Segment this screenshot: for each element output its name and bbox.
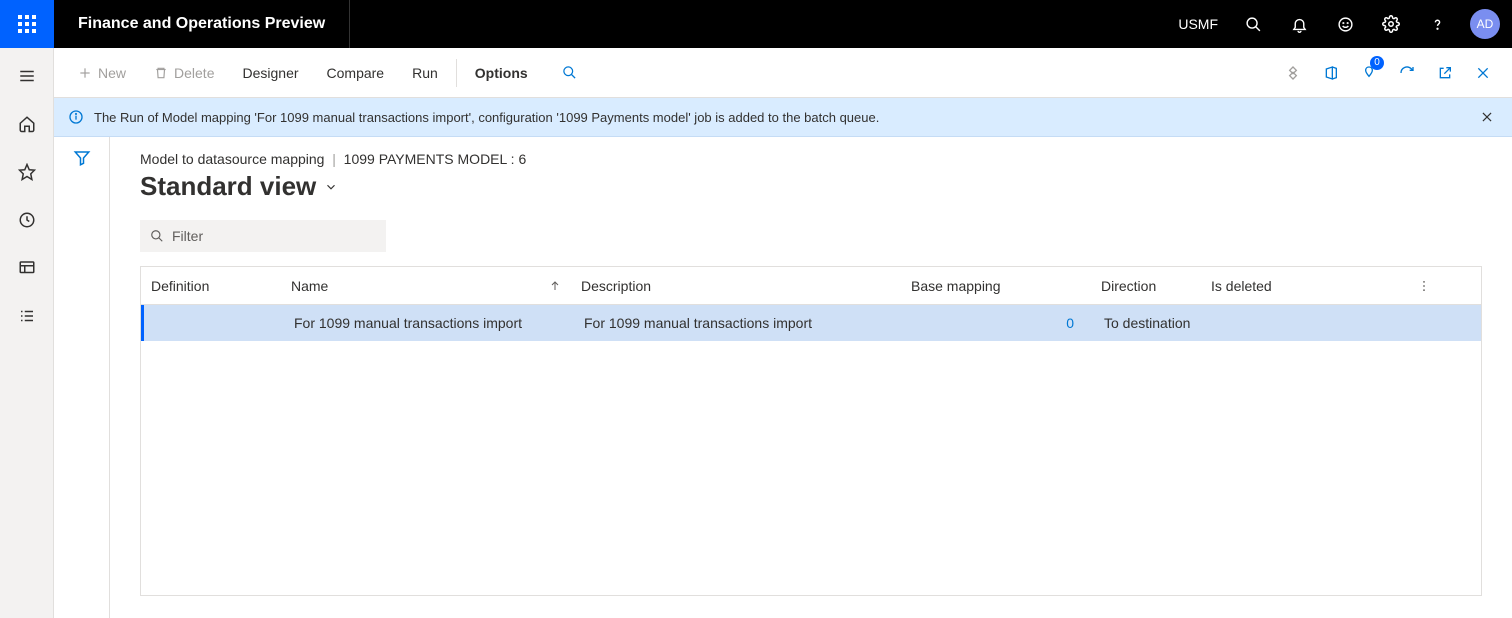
- sort-asc-icon: [549, 280, 561, 292]
- new-label: New: [98, 65, 126, 81]
- info-banner: The Run of Model mapping 'For 1099 manua…: [54, 98, 1512, 137]
- new-button[interactable]: New: [66, 48, 138, 98]
- cell-base-mapping[interactable]: 0: [904, 315, 1094, 331]
- designer-button[interactable]: Designer: [230, 48, 310, 98]
- hamburger-icon: [18, 67, 36, 85]
- data-grid: Definition Name Description Base mapping…: [140, 266, 1482, 596]
- office-button[interactable]: [1314, 48, 1348, 98]
- avatar[interactable]: AD: [1470, 9, 1500, 39]
- modules-icon: [18, 307, 36, 325]
- notifications-button[interactable]: [1278, 0, 1320, 48]
- app-title: Finance and Operations Preview: [54, 0, 350, 48]
- popout-icon: [1437, 65, 1453, 81]
- popout-button[interactable]: [1428, 48, 1462, 98]
- nav-recent-button[interactable]: [0, 198, 54, 242]
- cell-name: For 1099 manual transactions import: [284, 315, 574, 331]
- run-button[interactable]: Run: [400, 48, 450, 98]
- workspace-icon: [18, 259, 36, 277]
- search-icon: [562, 65, 577, 80]
- gear-icon: [1382, 15, 1400, 33]
- cell-description: For 1099 manual transactions import: [574, 315, 904, 331]
- plus-icon: [78, 66, 92, 80]
- trash-icon: [154, 66, 168, 80]
- app-launcher-button[interactable]: [0, 0, 54, 48]
- delete-button[interactable]: Delete: [142, 48, 226, 98]
- nav-menu-button[interactable]: [0, 54, 54, 98]
- view-selector[interactable]: Standard view: [140, 171, 1482, 202]
- grid-more-button[interactable]: [1381, 279, 1441, 293]
- close-icon: [1475, 65, 1491, 81]
- col-is-deleted[interactable]: Is deleted: [1201, 278, 1381, 294]
- chevron-down-icon: [324, 180, 338, 194]
- quick-filter-input[interactable]: [172, 228, 376, 244]
- diamond-icon: [1285, 65, 1301, 81]
- nav-workspaces-button[interactable]: [0, 246, 54, 290]
- close-button[interactable]: [1466, 48, 1500, 98]
- home-icon: [18, 115, 36, 133]
- cell-direction: To destination: [1094, 315, 1204, 331]
- close-icon: [1480, 110, 1494, 124]
- pin-button[interactable]: 0: [1352, 48, 1386, 98]
- action-bar: New Delete Designer Compare Run Options: [54, 48, 1512, 98]
- view-title: Standard view: [140, 171, 316, 202]
- help-icon: [1429, 16, 1446, 33]
- feedback-button[interactable]: [1324, 0, 1366, 48]
- refresh-button[interactable]: [1390, 48, 1424, 98]
- delete-label: Delete: [174, 65, 214, 81]
- attachments-button[interactable]: [1276, 48, 1310, 98]
- top-bar: Finance and Operations Preview USMF AD: [0, 0, 1512, 48]
- breadcrumb-context: 1099 PAYMENTS MODEL : 6: [344, 151, 527, 167]
- actionbar-search-button[interactable]: [544, 48, 595, 98]
- col-name[interactable]: Name: [281, 278, 571, 294]
- col-definition[interactable]: Definition: [141, 278, 281, 294]
- smiley-icon: [1337, 16, 1354, 33]
- breadcrumb-page: Model to datasource mapping: [140, 151, 324, 167]
- nav-favorites-button[interactable]: [0, 150, 54, 194]
- grid-header: Definition Name Description Base mapping…: [141, 267, 1481, 305]
- search-icon: [1245, 16, 1262, 33]
- filter-pane-toggle[interactable]: [73, 149, 91, 618]
- banner-close-button[interactable]: [1476, 106, 1498, 128]
- more-vertical-icon: [1417, 279, 1431, 293]
- filter-rail: [54, 137, 110, 618]
- refresh-icon: [1399, 65, 1415, 81]
- company-code[interactable]: USMF: [1168, 16, 1228, 32]
- search-icon: [150, 229, 164, 243]
- office-icon: [1323, 65, 1339, 81]
- star-icon: [18, 163, 36, 181]
- nav-sidebar: [0, 48, 54, 618]
- nav-home-button[interactable]: [0, 102, 54, 146]
- bell-icon: [1291, 16, 1308, 33]
- help-button[interactable]: [1416, 0, 1458, 48]
- funnel-icon: [73, 149, 91, 167]
- info-icon: [68, 109, 84, 125]
- clock-icon: [18, 211, 36, 229]
- waffle-icon: [18, 15, 36, 33]
- options-button[interactable]: Options: [463, 48, 540, 98]
- compare-button[interactable]: Compare: [315, 48, 397, 98]
- quick-filter[interactable]: [140, 220, 386, 252]
- col-direction[interactable]: Direction: [1091, 278, 1201, 294]
- nav-modules-button[interactable]: [0, 294, 54, 338]
- breadcrumb: Model to datasource mapping | 1099 PAYME…: [140, 151, 1482, 167]
- col-description[interactable]: Description: [571, 278, 901, 294]
- col-base-mapping[interactable]: Base mapping: [901, 278, 1091, 294]
- pin-badge: 0: [1370, 56, 1384, 70]
- settings-button[interactable]: [1370, 0, 1412, 48]
- search-button[interactable]: [1232, 0, 1274, 48]
- banner-message: The Run of Model mapping 'For 1099 manua…: [94, 110, 879, 125]
- table-row[interactable]: For 1099 manual transactions import For …: [141, 305, 1481, 341]
